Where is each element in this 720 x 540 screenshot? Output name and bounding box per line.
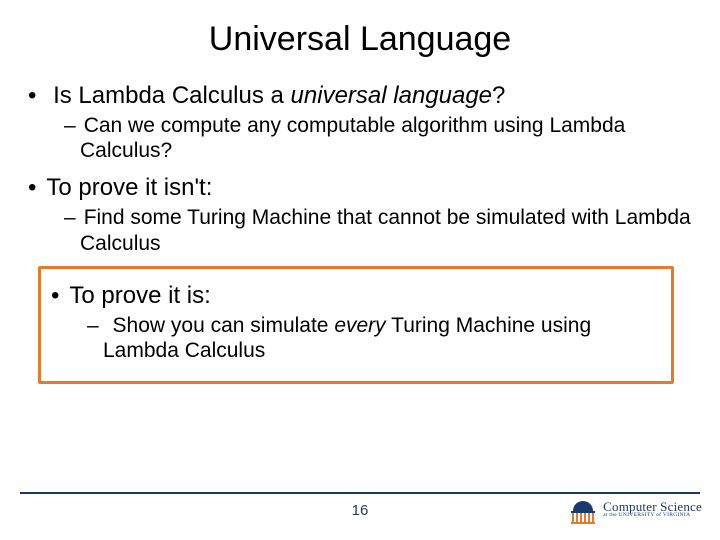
footer: 16 Computer Science at the UNIVERSITY of… [0, 484, 720, 540]
bullet-1-post: ? [492, 82, 505, 109]
logo-text: Computer Science at the UNIVERSITY of VI… [603, 500, 702, 519]
bullet-1-pre: Is Lambda Calculus a [53, 82, 290, 109]
sub-1: Can we compute any computable algorithm … [80, 113, 692, 163]
sub-3-ital: every [334, 314, 385, 337]
logo-sub: at the UNIVERSITY of VIRGINIA [603, 513, 702, 519]
sub-2: Find some Turing Machine that cannot be … [80, 205, 692, 255]
bullet-1: Is Lambda Calculus a universal language? [46, 81, 692, 111]
slide: Universal Language Is Lambda Calculus a … [0, 0, 720, 540]
sub-3: Show you can simulate every Turing Machi… [103, 313, 661, 363]
slide-content: Is Lambda Calculus a universal language?… [0, 81, 720, 384]
slide-title: Universal Language [0, 20, 720, 59]
bullet-1-ital: universal language [291, 82, 492, 109]
sub-3-pre: Show you can simulate [113, 314, 335, 337]
highlight-box: To prove it is: Show you can simulate ev… [38, 266, 674, 384]
bullet-2: To prove it isn't: [46, 173, 692, 203]
bullet-3: To prove it is: [69, 281, 661, 311]
logo-main: Computer Science [603, 500, 702, 513]
rotunda-icon [569, 494, 597, 524]
uva-cs-logo: Computer Science at the UNIVERSITY of VI… [569, 494, 702, 524]
